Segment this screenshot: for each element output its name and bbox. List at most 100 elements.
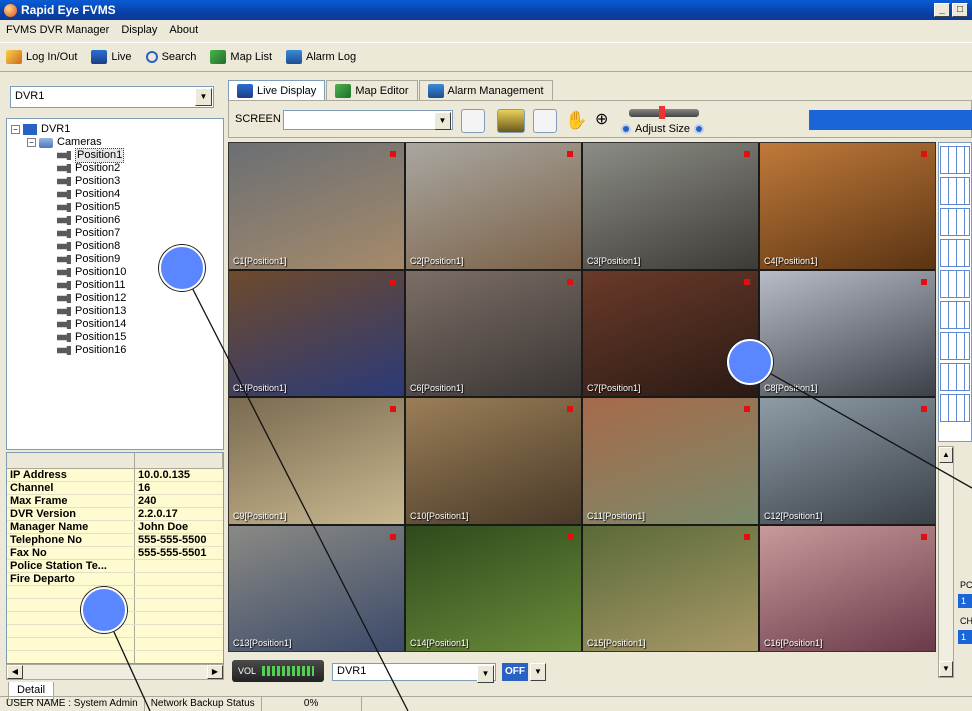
tree-camera-item[interactable]: Position6 — [11, 214, 223, 227]
scroll-up-icon[interactable]: ▲ — [939, 447, 953, 463]
layout-grid-icon[interactable] — [940, 394, 970, 422]
camera-label: C12[Position1] — [764, 510, 823, 521]
tab-live-display[interactable]: Live Display — [228, 80, 326, 100]
tree-camera-item[interactable]: Position14 — [11, 318, 223, 331]
camera-view[interactable]: C5[Position1] — [229, 270, 404, 396]
chevron-down-icon[interactable]: ▼ — [530, 663, 546, 681]
property-value: 16 — [135, 482, 223, 494]
tree-camera-label: Position11 — [75, 279, 126, 291]
tree-camera-item[interactable]: Position16 — [11, 344, 223, 357]
clear-icon[interactable] — [497, 109, 525, 133]
volume-control[interactable]: VOL — [232, 660, 324, 682]
bottom-bar: VOL DVR1 ▼ OFF ▼ — [228, 654, 972, 686]
property-key: IP Address — [7, 469, 135, 481]
off-button[interactable]: OFF — [502, 663, 528, 681]
fullscreen-icon[interactable] — [461, 109, 485, 133]
properties-hscrollbar[interactable]: ◀ ▶ — [6, 664, 224, 680]
camera-view[interactable]: C3[Position1] — [583, 143, 758, 269]
layout-grid-icon[interactable] — [940, 301, 970, 329]
camera-view[interactable]: C4[Position1] — [760, 143, 935, 269]
alarm-log-label: Alarm Log — [306, 51, 357, 63]
camera-view[interactable]: C2[Position1] — [406, 143, 581, 269]
recording-indicator-icon — [567, 533, 573, 540]
layout-grid-icon[interactable] — [940, 239, 970, 267]
layout-grid-icon[interactable] — [940, 208, 970, 236]
layout-grid-icon[interactable] — [940, 270, 970, 298]
camera-view[interactable]: C14[Position1] — [406, 525, 581, 651]
camera-view[interactable]: C16[Position1] — [760, 525, 935, 651]
camera-icon — [57, 177, 71, 186]
search-button[interactable]: Search — [145, 51, 196, 63]
property-key: Max Frame — [7, 495, 135, 507]
tree-camera-label: Position12 — [75, 292, 127, 304]
collapse-icon[interactable]: − — [11, 125, 20, 134]
tree-camera-item[interactable]: Position13 — [11, 305, 223, 318]
map-list-button[interactable]: Map List — [210, 50, 272, 64]
layout-grid-icon[interactable] — [940, 146, 970, 174]
tree-camera-item[interactable]: Position7 — [11, 227, 223, 240]
scroll-left-icon[interactable]: ◀ — [7, 665, 23, 679]
tree-root[interactable]: − DVR1 — [11, 123, 223, 136]
scroll-right-icon[interactable]: ▶ — [207, 665, 223, 679]
property-row: Max Frame 240 — [7, 495, 223, 508]
layout-grid-icon[interactable] — [940, 177, 970, 205]
collapse-icon[interactable]: − — [27, 138, 36, 147]
right-scrollbar[interactable]: ▲ ▼ — [938, 446, 954, 678]
tree-camera-item[interactable]: Position2 — [11, 162, 223, 175]
map-list-label: Map List — [230, 51, 272, 63]
tree-camera-item[interactable]: Position12 — [11, 292, 223, 305]
camera-view[interactable]: C13[Position1] — [229, 525, 404, 651]
chevron-down-icon[interactable]: ▼ — [195, 88, 212, 106]
slider-thumb[interactable] — [659, 106, 665, 119]
property-row: DVR Version 2.2.0.17 — [7, 508, 223, 521]
camera-view[interactable]: C15[Position1] — [583, 525, 758, 651]
screen-select[interactable]: ▼ — [283, 110, 453, 130]
chevron-down-icon[interactable]: ▼ — [477, 665, 494, 683]
bottom-dvr-select[interactable]: DVR1 ▼ — [332, 663, 496, 683]
chevron-down-icon[interactable]: ▼ — [434, 112, 451, 130]
menu-about[interactable]: About — [169, 24, 198, 36]
tab-map-editor[interactable]: Map Editor — [326, 80, 418, 100]
menu-display[interactable]: Display — [121, 24, 157, 36]
live-button[interactable]: Live — [91, 50, 132, 64]
recording-indicator-icon — [390, 406, 396, 412]
properties-header-value — [135, 453, 223, 468]
map-icon — [335, 83, 352, 98]
camera-view[interactable]: C6[Position1] — [406, 270, 581, 396]
alarm-log-button[interactable]: Alarm Log — [286, 50, 356, 64]
decrease-size-icon[interactable] — [621, 124, 631, 134]
property-value: 555-555-5501 — [135, 547, 223, 559]
camera-view[interactable]: C9[Position1] — [229, 398, 404, 524]
log-in-out-button[interactable]: Log In/Out — [6, 50, 77, 64]
capture-icon[interactable] — [533, 109, 557, 133]
minimize-button[interactable]: _ — [934, 3, 950, 17]
tab-alarm-management[interactable]: Alarm Management — [418, 80, 553, 100]
recording-indicator-icon — [744, 533, 750, 540]
camera-view[interactable]: C8[Position1] — [760, 270, 935, 396]
zoom-in-icon[interactable]: ⊕ — [595, 109, 619, 133]
recording-indicator-icon — [567, 151, 573, 157]
camera-label: C16[Position1] — [764, 638, 823, 648]
tree-camera-item[interactable]: Position4 — [11, 188, 223, 201]
camera-label: C10[Position1] — [410, 510, 469, 521]
tab-live-display-label: Live Display — [257, 84, 317, 97]
tree-camera-item[interactable]: Position5 — [11, 201, 223, 214]
recording-indicator-icon — [390, 278, 396, 285]
tree-camera-item[interactable]: Position3 — [11, 175, 223, 188]
dvr-select[interactable]: DVR1 ▼ — [10, 86, 214, 108]
layout-grid-icon[interactable] — [940, 363, 970, 391]
layout-grid-icon[interactable] — [940, 332, 970, 360]
maximize-button[interactable]: □ — [952, 3, 968, 17]
increase-size-icon[interactable] — [694, 124, 705, 134]
tree-camera-item[interactable]: Position1 — [11, 148, 223, 163]
tree-camera-item[interactable]: Position15 — [11, 331, 223, 344]
hand-icon[interactable]: ✋ — [565, 109, 589, 133]
main-tabs: Live Display Map Editor Alarm Management — [228, 80, 554, 100]
camera-view[interactable]: C12[Position1] — [760, 398, 935, 524]
camera-label: C2[Position1] — [410, 255, 464, 266]
camera-view[interactable]: C1[Position1] — [229, 143, 404, 269]
menu-fvms-dvr-manager[interactable]: FVMS DVR Manager — [6, 24, 109, 36]
camera-view[interactable]: C10[Position1] — [406, 398, 581, 524]
adjust-size-slider[interactable] — [629, 106, 699, 119]
camera-view[interactable]: C11[Position1] — [583, 398, 758, 524]
